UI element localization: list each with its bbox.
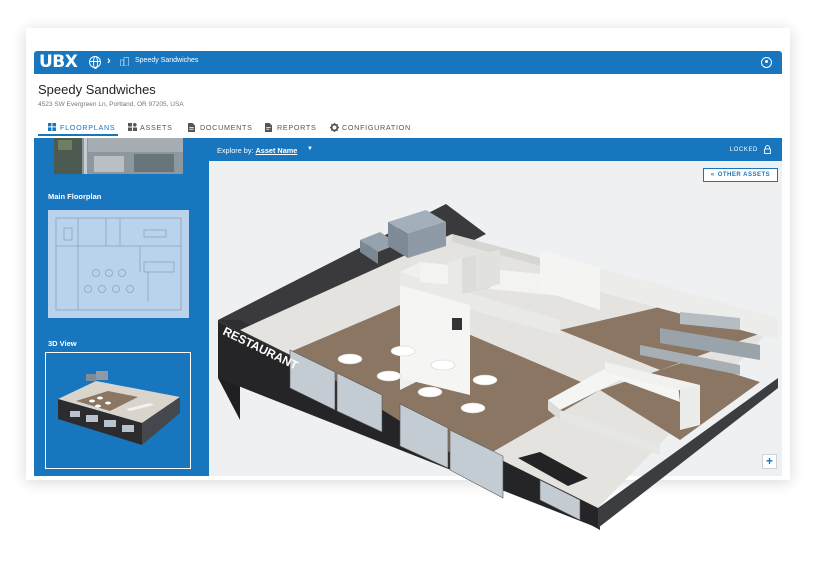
document-icon — [188, 123, 196, 132]
view-3d-thumbnail[interactable] — [45, 352, 191, 469]
tab-label: ASSETS — [140, 122, 173, 132]
report-icon — [265, 123, 273, 132]
lock-icon[interactable] — [764, 145, 771, 154]
lock-status: LOCKED — [729, 147, 758, 153]
explore-toolbar: Explore by: Asset Name ▼ LOCKED — [209, 138, 782, 161]
satellite-thumbnail[interactable] — [54, 138, 183, 174]
other-assets-label: OTHER ASSETS — [717, 172, 771, 178]
site-address: 4523 SW Evergreen Ln, Portland, OR 97205… — [38, 101, 184, 108]
floorplan-sidebar: Main Floorplan 3D View — [34, 138, 209, 476]
other-assets-button[interactable]: « OTHER ASSETS — [703, 168, 778, 182]
tab-configuration[interactable]: CONFIGURATION — [330, 118, 411, 136]
user-account-icon[interactable] — [761, 57, 772, 68]
tab-reports[interactable]: REPORTS — [265, 118, 317, 136]
explore-prefix: Explore by: — [217, 146, 256, 155]
gear-icon — [330, 123, 339, 132]
page-title: Speedy Sandwiches — [38, 82, 156, 97]
3d-viewport[interactable] — [209, 161, 782, 476]
tab-label: REPORTS — [277, 122, 317, 132]
caret-down-icon[interactable]: ▼ — [307, 146, 313, 152]
chevron-right-icon: › — [107, 55, 111, 67]
double-chevron-left-icon: « — [710, 172, 715, 178]
ubx-logo[interactable]: UBX — [39, 53, 78, 71]
active-tab-indicator — [38, 134, 118, 136]
tab-label: CONFIGURATION — [342, 122, 411, 132]
explore-by-selector[interactable]: Explore by: Asset Name — [217, 146, 297, 155]
main-floorplan-thumbnail[interactable] — [48, 210, 189, 318]
main-floorplan-label: Main Floorplan — [48, 192, 102, 201]
grid-icon — [48, 123, 56, 131]
explore-value[interactable]: Asset Name — [256, 146, 298, 155]
globe-icon[interactable] — [89, 56, 101, 69]
tab-label: FLOORPLANS — [60, 122, 116, 132]
building-icon — [120, 57, 129, 66]
tab-documents[interactable]: DOCUMENTS — [188, 118, 253, 136]
zoom-in-button[interactable]: + — [762, 454, 777, 469]
tab-label: DOCUMENTS — [200, 122, 253, 132]
view-3d-label: 3D View — [48, 339, 77, 348]
tab-assets[interactable]: ASSETS — [128, 118, 173, 136]
assets-icon — [128, 123, 137, 131]
breadcrumb-location[interactable]: Speedy Sandwiches — [135, 57, 198, 64]
top-bar: UBX › Speedy Sandwiches — [34, 51, 782, 74]
